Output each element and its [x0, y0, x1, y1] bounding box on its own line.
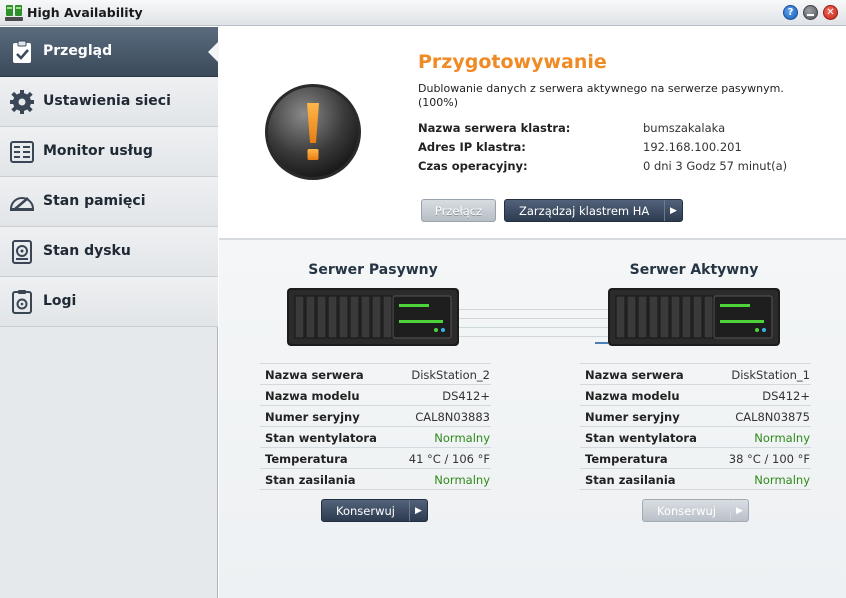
chevron-right-icon: ▶ [409, 500, 427, 521]
row-value: DS412+ [762, 389, 810, 403]
table-row: Temperatura 41 °C / 106 °F [260, 448, 491, 469]
sidebar-item-storage-status[interactable]: Stan pamięci [0, 177, 218, 227]
sidebar-item-disk-status[interactable]: Stan dysku [0, 227, 218, 277]
help-button[interactable]: ? [783, 5, 798, 20]
row-value: 38 °C / 100 °F [728, 452, 810, 466]
nas-device-image [287, 288, 459, 346]
row-label: Temperatura [265, 452, 348, 466]
table-row: Numer seryjny CAL8N03883 [260, 406, 491, 427]
app-logo-icon [5, 5, 23, 21]
sidebar: Przegląd Ustawienia sieci Monitor usług [0, 27, 219, 598]
table-row: Stan zasilania Normalny [580, 469, 811, 490]
table-row: Nazwa modelu DS412+ [260, 385, 491, 406]
active-server-title: Serwer Aktywny [629, 262, 759, 278]
close-button[interactable]: ✕ [823, 5, 838, 20]
row-label: Stan zasilania [265, 473, 356, 487]
minimize-button[interactable] [803, 5, 818, 20]
sidebar-item-label: Stan dysku [43, 243, 131, 259]
clipboard-check-icon [13, 40, 31, 63]
gear-icon [10, 90, 34, 114]
row-label: Stan wentylatora [585, 431, 697, 445]
row-label: Numer seryjny [265, 410, 360, 424]
status-title: Przygotowywanie [418, 51, 607, 73]
table-row: Nazwa serwera DiskStation_2 [260, 364, 491, 385]
service-monitor-icon [10, 141, 34, 163]
cluster-ip-value: 192.168.100.201 [643, 140, 742, 154]
active-server-table: Nazwa serwera DiskStation_1 Nazwa modelu D… [580, 363, 811, 490]
maintain-button-label: Konserwuj [336, 503, 395, 518]
main-content: Przygotowywanie Dublowanie danych z serw… [219, 27, 846, 598]
row-value: Normalny [434, 431, 490, 445]
warning-status-icon [265, 84, 361, 180]
row-value: Normalny [754, 473, 810, 487]
row-label: Stan wentylatora [265, 431, 377, 445]
row-label: Nazwa serwera [265, 368, 364, 382]
row-label: Nazwa modelu [265, 389, 360, 403]
active-link-indicator [595, 342, 608, 344]
uptime-label: Czas operacyjny: [418, 159, 528, 173]
passive-maintain-button[interactable]: Konserwuj ▶ [321, 499, 428, 522]
title-bar: High Availability ? ✕ [0, 0, 846, 26]
table-row: Nazwa serwera DiskStation_1 [580, 364, 811, 385]
row-value: CAL8N03883 [415, 410, 490, 424]
sidebar-item-service-monitor[interactable]: Monitor usług [0, 127, 218, 177]
switch-button-label: Przełącz [434, 203, 483, 218]
chevron-right-icon: ▶ [730, 500, 748, 521]
maintain-button-label: Konserwuj [657, 503, 716, 518]
cluster-ip-label: Adres IP klastra: [418, 140, 526, 154]
hard-disk-icon [12, 240, 32, 264]
table-row: Stan zasilania Normalny [260, 469, 491, 490]
sidebar-item-label: Stan pamięci [43, 193, 146, 209]
switch-button[interactable]: Przełącz [421, 199, 496, 222]
connection-line [457, 327, 608, 328]
cluster-name-value: bumszakalaka [643, 121, 726, 135]
minimize-icon [807, 14, 814, 16]
active-maintain-button[interactable]: Konserwuj ▶ [642, 499, 749, 522]
log-document-icon [12, 290, 32, 314]
table-row: Temperatura 38 °C / 100 °F [580, 448, 811, 469]
table-row: Stan wentylatora Normalny [580, 427, 811, 448]
sidebar-item-label: Monitor usług [43, 143, 153, 159]
connection-line [457, 336, 608, 337]
row-label: Nazwa serwera [585, 368, 684, 382]
storage-gauge-icon [9, 197, 35, 211]
servers-panel: Serwer Pasywny Nazwa serwera DiskStation_… [219, 240, 846, 598]
status-panel: Przygotowywanie Dublowanie danych z serw… [219, 27, 846, 239]
manage-cluster-button[interactable]: Zarządzaj klastrem HA ▶ [504, 199, 683, 222]
connection-line [457, 318, 608, 319]
active-indicator [208, 41, 219, 63]
nas-device-image [608, 288, 780, 346]
status-description: Dublowanie danych z serwera aktywnego na… [418, 82, 784, 109]
row-label: Temperatura [585, 452, 668, 466]
passive-server-table: Nazwa serwera DiskStation_2 Nazwa modelu D… [260, 363, 491, 490]
uptime-value: 0 dni 3 Godz 57 minut(a) [643, 159, 788, 173]
row-label: Stan zasilania [585, 473, 676, 487]
sidebar-item-overview[interactable]: Przegląd [0, 27, 219, 77]
row-value: DS412+ [442, 389, 490, 403]
passive-server-title: Serwer Pasywny [308, 262, 438, 278]
sidebar-item-label: Przegląd [43, 43, 113, 59]
row-value: DiskStation_2 [411, 368, 490, 382]
row-value: CAL8N03875 [735, 410, 810, 424]
sidebar-item-network[interactable]: Ustawienia sieci [0, 77, 218, 127]
table-row: Stan wentylatora Normalny [260, 427, 491, 448]
close-icon: ✕ [826, 6, 835, 18]
row-value: Normalny [434, 473, 490, 487]
row-value: 41 °C / 106 °F [408, 452, 490, 466]
help-icon: ? [787, 6, 794, 18]
table-row: Numer seryjny CAL8N03875 [580, 406, 811, 427]
window-title: High Availability [27, 5, 143, 20]
row-label: Nazwa modelu [585, 389, 680, 403]
row-value: DiskStation_1 [731, 368, 810, 382]
row-label: Numer seryjny [585, 410, 680, 424]
chevron-right-icon: ▶ [664, 200, 682, 221]
row-value: Normalny [754, 431, 810, 445]
connection-line [457, 309, 608, 310]
manage-cluster-button-label: Zarządzaj klastrem HA [519, 203, 650, 218]
sidebar-item-label: Ustawienia sieci [43, 93, 171, 109]
cluster-name-label: Nazwa serwera klastra: [418, 121, 571, 135]
sidebar-item-label: Logi [43, 293, 77, 309]
sidebar-item-logs[interactable]: Logi [0, 277, 218, 327]
table-row: Nazwa modelu DS412+ [580, 385, 811, 406]
